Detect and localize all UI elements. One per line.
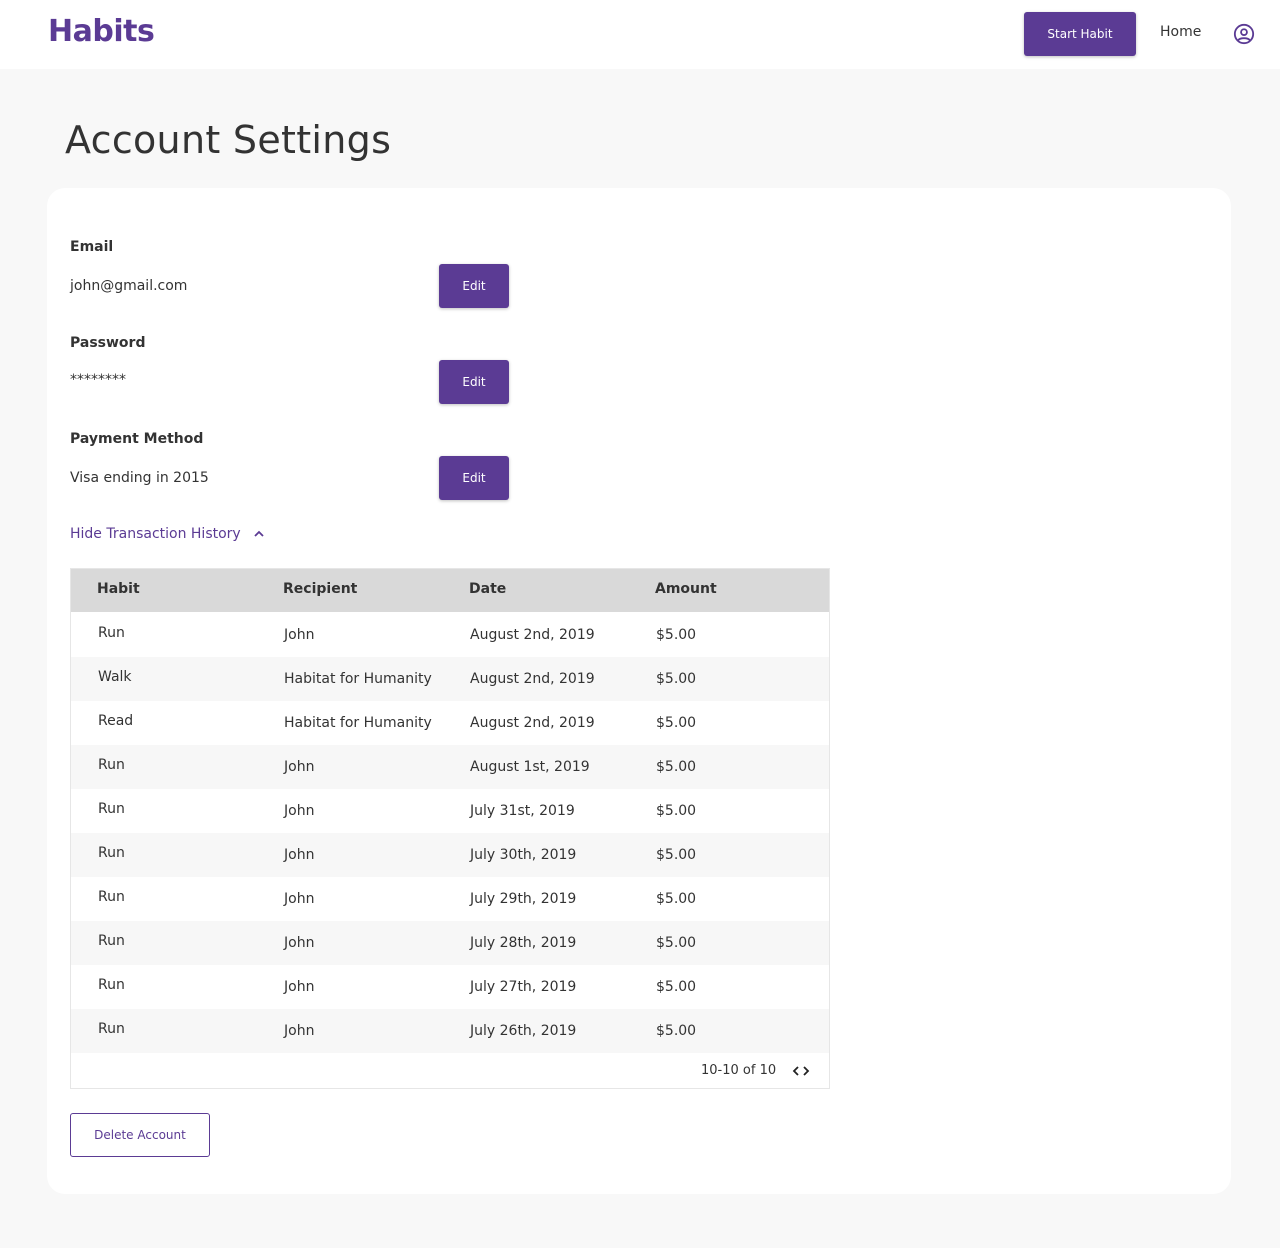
cell-date: August 2nd, 2019 xyxy=(470,627,595,643)
cell-amount: $5.00 xyxy=(656,935,697,951)
hide-transaction-history-toggle[interactable]: Hide Transaction History xyxy=(70,526,265,542)
cell-date: July 29th, 2019 xyxy=(470,891,577,907)
cell-date: July 30th, 2019 xyxy=(470,847,577,863)
column-header-amount: Amount xyxy=(655,581,717,597)
cell-habit: Read xyxy=(98,713,134,729)
cell-date: August 2nd, 2019 xyxy=(470,715,595,731)
cell-recipient: Habitat for Humanity xyxy=(284,715,432,731)
cell-recipient: John xyxy=(284,935,315,951)
cell-amount: $5.00 xyxy=(656,979,697,995)
cell-date: August 2nd, 2019 xyxy=(470,671,595,687)
user-circle-icon[interactable] xyxy=(1233,23,1255,45)
cell-amount: $5.00 xyxy=(656,715,697,731)
column-header-recipient: Recipient xyxy=(283,581,358,597)
cell-recipient: John xyxy=(284,979,315,995)
cell-habit: Walk xyxy=(98,669,132,685)
table-row: Run John July 26th, 2019 $5.00 xyxy=(71,1009,829,1053)
pagination-label: 10-10 of 10 xyxy=(701,1063,777,1078)
table-row: Run John July 27th, 2019 $5.00 xyxy=(71,965,829,1009)
cell-habit: Run xyxy=(98,933,125,949)
page-title: Account Settings xyxy=(65,118,392,162)
cell-amount: $5.00 xyxy=(656,847,697,863)
transaction-history-table: Habit Recipient Date Amount Run John Augus… xyxy=(70,568,830,1089)
cell-date: July 28th, 2019 xyxy=(470,935,577,951)
email-value: john@gmail.com xyxy=(70,278,188,294)
cell-habit: Run xyxy=(98,801,125,817)
table-row: Run John July 30th, 2019 $5.00 xyxy=(71,833,829,877)
password-label: Password xyxy=(70,335,146,351)
email-label: Email xyxy=(70,239,114,255)
table-header-row: Habit Recipient Date Amount xyxy=(71,569,829,612)
app-logo[interactable]: Habits xyxy=(48,14,155,49)
delete-account-button[interactable]: Delete Account xyxy=(70,1113,210,1157)
cell-amount: $5.00 xyxy=(656,891,697,907)
cell-habit: Run xyxy=(98,757,125,773)
cell-date: August 1st, 2019 xyxy=(470,759,590,775)
cell-date: July 27th, 2019 xyxy=(470,979,577,995)
cell-recipient: John xyxy=(284,847,315,863)
cell-habit: Run xyxy=(98,977,125,993)
cell-recipient: John xyxy=(284,891,315,907)
prev-next-arrows-icon[interactable] xyxy=(791,1064,811,1078)
cell-amount: $5.00 xyxy=(656,759,697,775)
edit-payment-button[interactable]: Edit xyxy=(439,456,509,500)
table-row: Read Habitat for Humanity August 2nd, 2019… xyxy=(71,701,829,745)
table-row: Walk Habitat for Humanity August 2nd, 2019… xyxy=(71,657,829,701)
cell-amount: $5.00 xyxy=(656,1023,697,1039)
settings-card: Email john@gmail.com Edit Password *****… xyxy=(47,188,1231,1194)
password-value: ******** xyxy=(70,372,126,388)
edit-password-button[interactable]: Edit xyxy=(439,360,509,404)
payment-method-value: Visa ending in 2015 xyxy=(70,470,209,486)
table-row: Run John July 29th, 2019 $5.00 xyxy=(71,877,829,921)
cell-date: July 26th, 2019 xyxy=(470,1023,577,1039)
chevron-up-icon xyxy=(254,530,264,537)
column-header-habit: Habit xyxy=(97,581,140,597)
toggle-history-label: Hide Transaction History xyxy=(70,526,241,542)
cell-recipient: Habitat for Humanity xyxy=(284,671,432,687)
table-row: Run John July 31st, 2019 $5.00 xyxy=(71,789,829,833)
table-row: Run John July 28th, 2019 $5.00 xyxy=(71,921,829,965)
cell-habit: Run xyxy=(98,625,125,641)
cell-recipient: John xyxy=(284,627,315,643)
cell-amount: $5.00 xyxy=(656,671,697,687)
edit-email-button[interactable]: Edit xyxy=(439,264,509,308)
cell-recipient: John xyxy=(284,759,315,775)
table-row: Run John August 2nd, 2019 $5.00 xyxy=(71,613,829,657)
cell-amount: $5.00 xyxy=(656,627,697,643)
column-header-date: Date xyxy=(469,581,507,597)
payment-method-label: Payment Method xyxy=(70,431,204,447)
top-navbar: Habits Start Habit Home xyxy=(0,0,1280,69)
start-habit-button[interactable]: Start Habit xyxy=(1024,12,1136,56)
cell-recipient: John xyxy=(284,1023,315,1039)
cell-habit: Run xyxy=(98,1021,125,1037)
cell-recipient: John xyxy=(284,803,315,819)
home-link[interactable]: Home xyxy=(1160,24,1201,40)
cell-habit: Run xyxy=(98,889,125,905)
cell-amount: $5.00 xyxy=(656,803,697,819)
table-row: Run John August 1st, 2019 $5.00 xyxy=(71,745,829,789)
cell-habit: Run xyxy=(98,845,125,861)
cell-date: July 31st, 2019 xyxy=(470,803,575,819)
